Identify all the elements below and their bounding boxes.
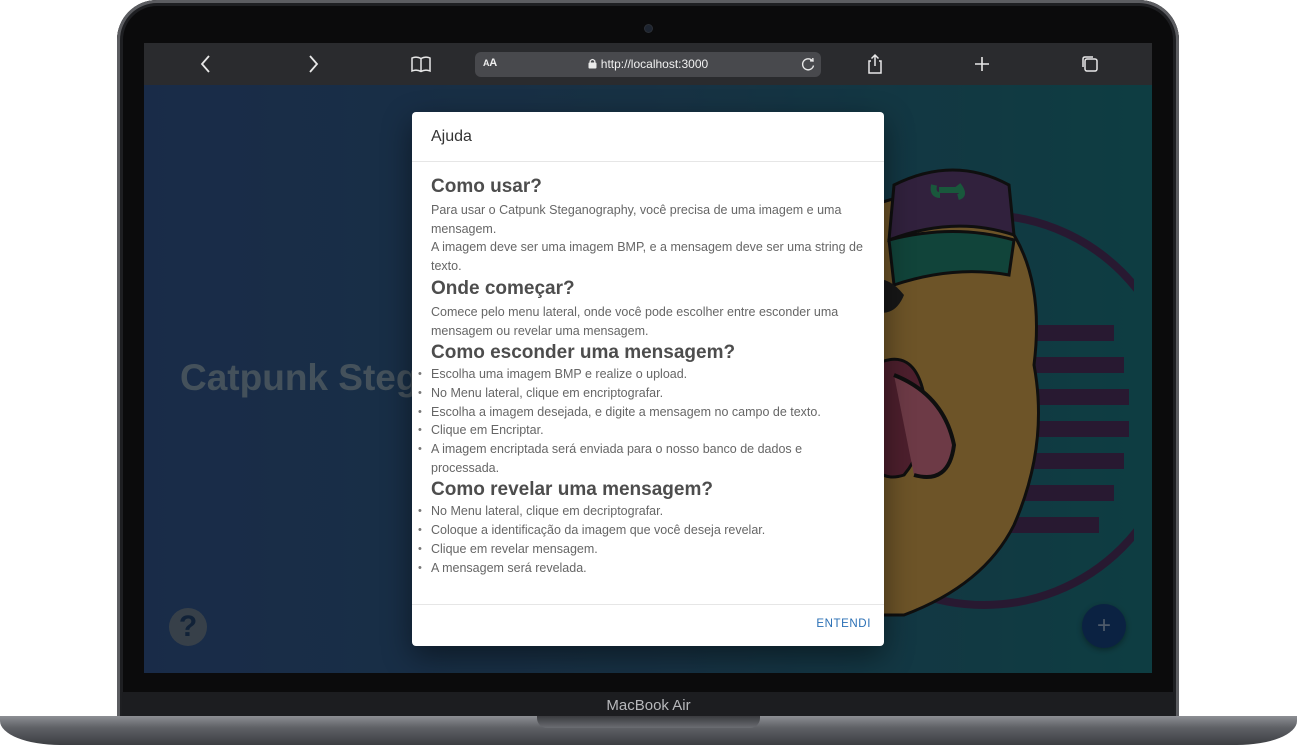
section-heading: Como esconder uma mensagem? xyxy=(431,342,736,364)
list-item: No Menu lateral, clique em decriptografa… xyxy=(418,502,867,521)
list-item: A mensagem será revelada. xyxy=(418,559,867,578)
section-heading: Onde começar? xyxy=(431,277,575,299)
section-heading: Como usar? xyxy=(431,176,542,197)
tabs-icon[interactable] xyxy=(1078,52,1102,76)
steps-list: No Menu lateral, clique em decriptografa… xyxy=(418,502,867,578)
bookmarks-icon[interactable] xyxy=(409,52,433,76)
address-bar[interactable]: AA http://localhost:3000 xyxy=(475,52,821,77)
web-page: Catpunk Steg ? + Ajuda Como usar? Para u… xyxy=(144,85,1152,673)
list-item: Escolha uma imagem BMP e realize o uploa… xyxy=(418,365,867,384)
list-item: Clique em Encriptar. xyxy=(418,421,867,440)
browser-toolbar: AA http://localhost:3000 xyxy=(144,43,1152,85)
url-text: http://localhost:3000 xyxy=(600,57,709,71)
laptop-notch xyxy=(537,716,760,728)
url-display: http://localhost:3000 xyxy=(475,57,821,71)
section-paragraph: Comece pelo menu lateral, onde você pode… xyxy=(431,304,839,338)
section-heading: Como revelar uma mensagem? xyxy=(431,479,713,501)
list-item: No Menu lateral, clique em encriptografa… xyxy=(418,384,867,403)
reload-icon[interactable] xyxy=(800,56,816,72)
screen: AA http://localhost:3000 Catpunk Steg ? … xyxy=(144,43,1152,673)
list-item: Escolha a imagem desejada, e digite a me… xyxy=(418,403,867,422)
share-icon[interactable] xyxy=(863,52,887,76)
help-dialog: Ajuda Como usar? Para usar o Catpunk Ste… xyxy=(412,112,884,646)
dialog-content: Como usar? Para usar o Catpunk Steganogr… xyxy=(418,175,867,578)
forward-icon[interactable] xyxy=(301,52,325,76)
section-paragraph: A imagem deve ser uma imagem BMP, e a me… xyxy=(431,240,863,274)
back-icon[interactable] xyxy=(194,52,218,76)
new-tab-icon[interactable] xyxy=(970,52,994,76)
confirm-button[interactable]: ENTENDI xyxy=(816,618,871,630)
section-paragraph: Para usar o Catpunk Steganography, você … xyxy=(431,203,842,236)
device-label: MacBook Air xyxy=(606,697,691,714)
lock-icon xyxy=(588,58,597,69)
list-item: Coloque a identificação da imagem que vo… xyxy=(418,521,867,540)
list-item: Clique em revelar mensagem. xyxy=(418,540,867,559)
dialog-actions: ENTENDI xyxy=(412,604,884,647)
camera-icon xyxy=(645,25,652,32)
dialog-title: Ajuda xyxy=(412,112,884,162)
steps-list: Escolha uma imagem BMP e realize o uploa… xyxy=(418,365,867,477)
list-item: A imagem encriptada será enviada para o … xyxy=(418,440,867,477)
